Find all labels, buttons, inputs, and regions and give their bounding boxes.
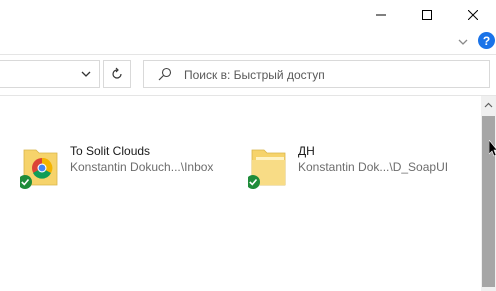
title-bar	[0, 0, 496, 30]
maximize-icon	[422, 10, 432, 20]
search-input[interactable]: Поиск в: Быстрый доступ	[143, 60, 490, 88]
minimize-button[interactable]	[358, 0, 404, 30]
refresh-button[interactable]	[103, 60, 131, 88]
maximize-button[interactable]	[404, 0, 450, 30]
scroll-up-chevron-icon	[484, 102, 493, 108]
mouse-cursor-icon	[489, 140, 496, 157]
folder-icon	[248, 149, 286, 189]
close-icon	[468, 10, 478, 20]
scroll-up-button[interactable]	[481, 100, 496, 110]
address-history-chevron-icon[interactable]	[78, 66, 94, 82]
help-icon[interactable]: ?	[478, 32, 495, 49]
item-title: ДН	[298, 144, 315, 158]
minimize-icon	[376, 14, 386, 16]
close-button[interactable]	[450, 0, 496, 30]
list-item[interactable]: ДН Konstantin Dok...\D_SoapUI	[248, 144, 458, 190]
item-location: Konstantin Dok...\D_SoapUI	[298, 160, 449, 174]
quick-access-content	[0, 96, 481, 291]
vertical-scrollbar[interactable]	[481, 96, 496, 291]
ribbon-bar	[0, 30, 496, 54]
expand-ribbon-chevron-icon[interactable]	[455, 34, 471, 50]
item-location: Konstantin Dokuch...\Inbox	[70, 160, 214, 174]
search-placeholder: Поиск в: Быстрый доступ	[184, 68, 325, 82]
ribbon-divider	[0, 54, 496, 55]
list-item[interactable]: To Solit Clouds Konstantin Dokuch...\Inb…	[20, 144, 230, 190]
item-title: To Solit Clouds	[70, 144, 151, 158]
chrome-folder-icon	[20, 149, 58, 189]
search-icon	[158, 67, 172, 81]
refresh-icon	[112, 67, 122, 79]
